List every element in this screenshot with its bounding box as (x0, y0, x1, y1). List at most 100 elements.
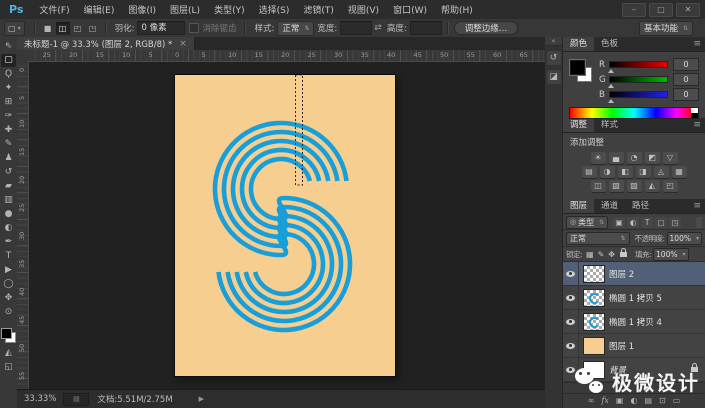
style-select[interactable]: 正常 ⇅ (277, 20, 315, 36)
tool-clone-stamp[interactable]: ♟ (1, 152, 16, 165)
filter-shape-layers-icon[interactable]: ▢ (655, 216, 668, 228)
panel-menu-icon[interactable]: ≡ (689, 199, 705, 213)
layer-row-ellipse-copy4[interactable]: 椭圆 1 拷贝 4 (563, 310, 705, 334)
tool-shape[interactable]: ◯ (1, 278, 16, 291)
collapse-panels-button[interactable]: « (545, 37, 562, 46)
tool-gradient[interactable]: ▥ (1, 194, 16, 207)
color-spectrum-bar[interactable] (569, 107, 699, 119)
tab-adjustments[interactable]: 调整 (563, 118, 595, 132)
close-tab-icon[interactable]: × (179, 39, 187, 49)
window-maximize-button[interactable]: □ (649, 2, 673, 17)
layer-row-layer2[interactable]: 图层 2 (563, 262, 705, 286)
menu-help[interactable]: 帮助(H) (434, 3, 480, 16)
lock-paint-icon[interactable]: ✎ (598, 250, 605, 259)
tool-history-brush[interactable]: ↺ (1, 166, 16, 179)
tool-path-select[interactable]: ▶ (1, 264, 16, 277)
tool-zoom[interactable]: ⊙ (1, 306, 16, 319)
menu-select[interactable]: 选择(S) (252, 3, 297, 16)
tab-layers[interactable]: 图层 (563, 199, 595, 213)
menu-type[interactable]: 类型(Y) (207, 3, 252, 16)
add-to-selection-button[interactable]: ◫ (55, 21, 70, 35)
swap-dimensions-icon[interactable]: ⇄ (374, 23, 382, 33)
brightness-contrast-icon[interactable]: ☀ (590, 152, 606, 164)
slider-thumb[interactable] (608, 84, 614, 88)
visibility-toggle[interactable] (563, 286, 579, 309)
width-input[interactable] (340, 21, 373, 35)
visibility-toggle[interactable] (563, 262, 579, 285)
red-slider[interactable] (608, 61, 668, 73)
color-lookup-icon[interactable]: ▦ (671, 166, 687, 178)
tool-move[interactable]: ⇖ (1, 40, 16, 53)
tool-screen-mode[interactable]: ◱ (1, 361, 16, 374)
exposure-icon[interactable]: ◩ (644, 152, 660, 164)
lock-transparent-icon[interactable]: ▦ (586, 250, 594, 259)
tab-paths[interactable]: 路径 (625, 199, 656, 213)
tab-styles[interactable]: 样式 (594, 118, 625, 132)
tool-quick-select[interactable]: ✦ (1, 82, 16, 95)
layer-thumbnail[interactable] (584, 265, 604, 282)
window-minimize-button[interactable]: – (622, 2, 646, 17)
window-close-button[interactable]: ✕ (676, 2, 700, 17)
hue-saturation-icon[interactable]: ▤ (581, 166, 597, 178)
history-panel-icon[interactable]: ↺ (546, 51, 561, 65)
threshold-icon[interactable]: ▨ (626, 180, 642, 192)
menu-filter[interactable]: 滤镜(T) (296, 3, 341, 16)
menu-layer[interactable]: 图层(L) (163, 3, 207, 16)
visibility-toggle[interactable] (563, 310, 579, 333)
tool-eraser[interactable]: ▰ (1, 180, 16, 193)
properties-panel-icon[interactable]: ◪ (546, 70, 561, 84)
blue-slider[interactable] (608, 91, 668, 103)
workspace-switcher[interactable]: 基本功能 ⇅ (638, 20, 693, 36)
layer-thumbnail[interactable] (584, 313, 604, 330)
tool-crop[interactable]: ⊞ (1, 96, 16, 109)
status-menu-arrow[interactable]: ▶ (199, 395, 204, 403)
lock-all-icon[interactable] (620, 247, 627, 257)
menu-view[interactable]: 视图(V) (341, 3, 386, 16)
gradient-map-icon[interactable]: ◰ (662, 180, 678, 192)
green-slider[interactable] (608, 76, 668, 88)
tool-blur[interactable]: ● (1, 208, 16, 221)
tool-quick-mask[interactable]: ◭ (1, 347, 16, 360)
menu-file[interactable]: 文件(F) (32, 3, 76, 16)
tab-swatches[interactable]: 色板 (594, 37, 625, 51)
new-adjustment-layer-icon[interactable]: ◐ (630, 394, 637, 408)
horizontal-ruler[interactable]: 25 20 15 10 5 0 5 10 15 20 25 30 35 40 45 50 55 60 65 (28, 50, 545, 62)
layer-row-layer1[interactable]: 图层 1 (563, 334, 705, 358)
panel-menu-icon[interactable]: ≡ (689, 118, 705, 132)
menu-edit[interactable]: 编辑(E) (77, 3, 122, 16)
visibility-toggle[interactable] (563, 334, 579, 357)
green-value-field[interactable]: 0 (673, 73, 699, 86)
layer-thumbnail[interactable] (584, 289, 604, 306)
filter-smart-objects-icon[interactable]: ◳ (669, 216, 682, 228)
tool-healing-brush[interactable]: ✚ (1, 124, 16, 137)
delete-layer-icon[interactable]: ▭ (673, 394, 681, 408)
posterize-icon[interactable]: ▧ (608, 180, 624, 192)
photo-filter-icon[interactable]: ◨ (635, 166, 651, 178)
menu-image[interactable]: 图像(I) (121, 3, 163, 16)
layer-thumbnail[interactable] (584, 337, 604, 354)
refine-edge-button[interactable]: 调整边缘… (453, 21, 519, 35)
layer-style-icon[interactable]: fx (601, 394, 608, 408)
tool-dodge[interactable]: ◐ (1, 222, 16, 235)
black-white-icon[interactable]: ◧ (617, 166, 633, 178)
invert-icon[interactable]: ◫ (590, 180, 606, 192)
new-selection-button[interactable]: ■ (41, 22, 55, 35)
tool-brush[interactable]: ✎ (1, 138, 16, 151)
slider-thumb[interactable] (608, 69, 614, 73)
intersect-selection-button[interactable]: ◳ (86, 22, 100, 35)
tool-preset-picker[interactable]: ▢ ▾ (4, 20, 25, 36)
feather-input[interactable]: 0 像素 (137, 21, 186, 35)
panel-color-swatches[interactable] (570, 60, 592, 82)
red-value-field[interactable]: 0 (673, 58, 699, 71)
slider-thumb[interactable] (608, 99, 614, 103)
filter-toggle-switch[interactable] (696, 216, 702, 228)
add-layer-mask-icon[interactable]: ▣ (616, 394, 624, 408)
selective-color-icon[interactable]: ◭ (644, 180, 660, 192)
vertical-ruler[interactable]: 0 5 10 15 20 25 30 35 40 45 50 55 (17, 61, 29, 390)
tool-eyedropper[interactable]: ✑ (1, 110, 16, 123)
antialias-checkbox[interactable] (189, 23, 200, 33)
new-layer-icon[interactable]: ⊡ (659, 394, 666, 408)
opacity-select[interactable]: 100% ▾ (666, 231, 702, 245)
height-input[interactable] (409, 21, 442, 35)
fill-select[interactable]: 100% ▾ (653, 247, 689, 261)
